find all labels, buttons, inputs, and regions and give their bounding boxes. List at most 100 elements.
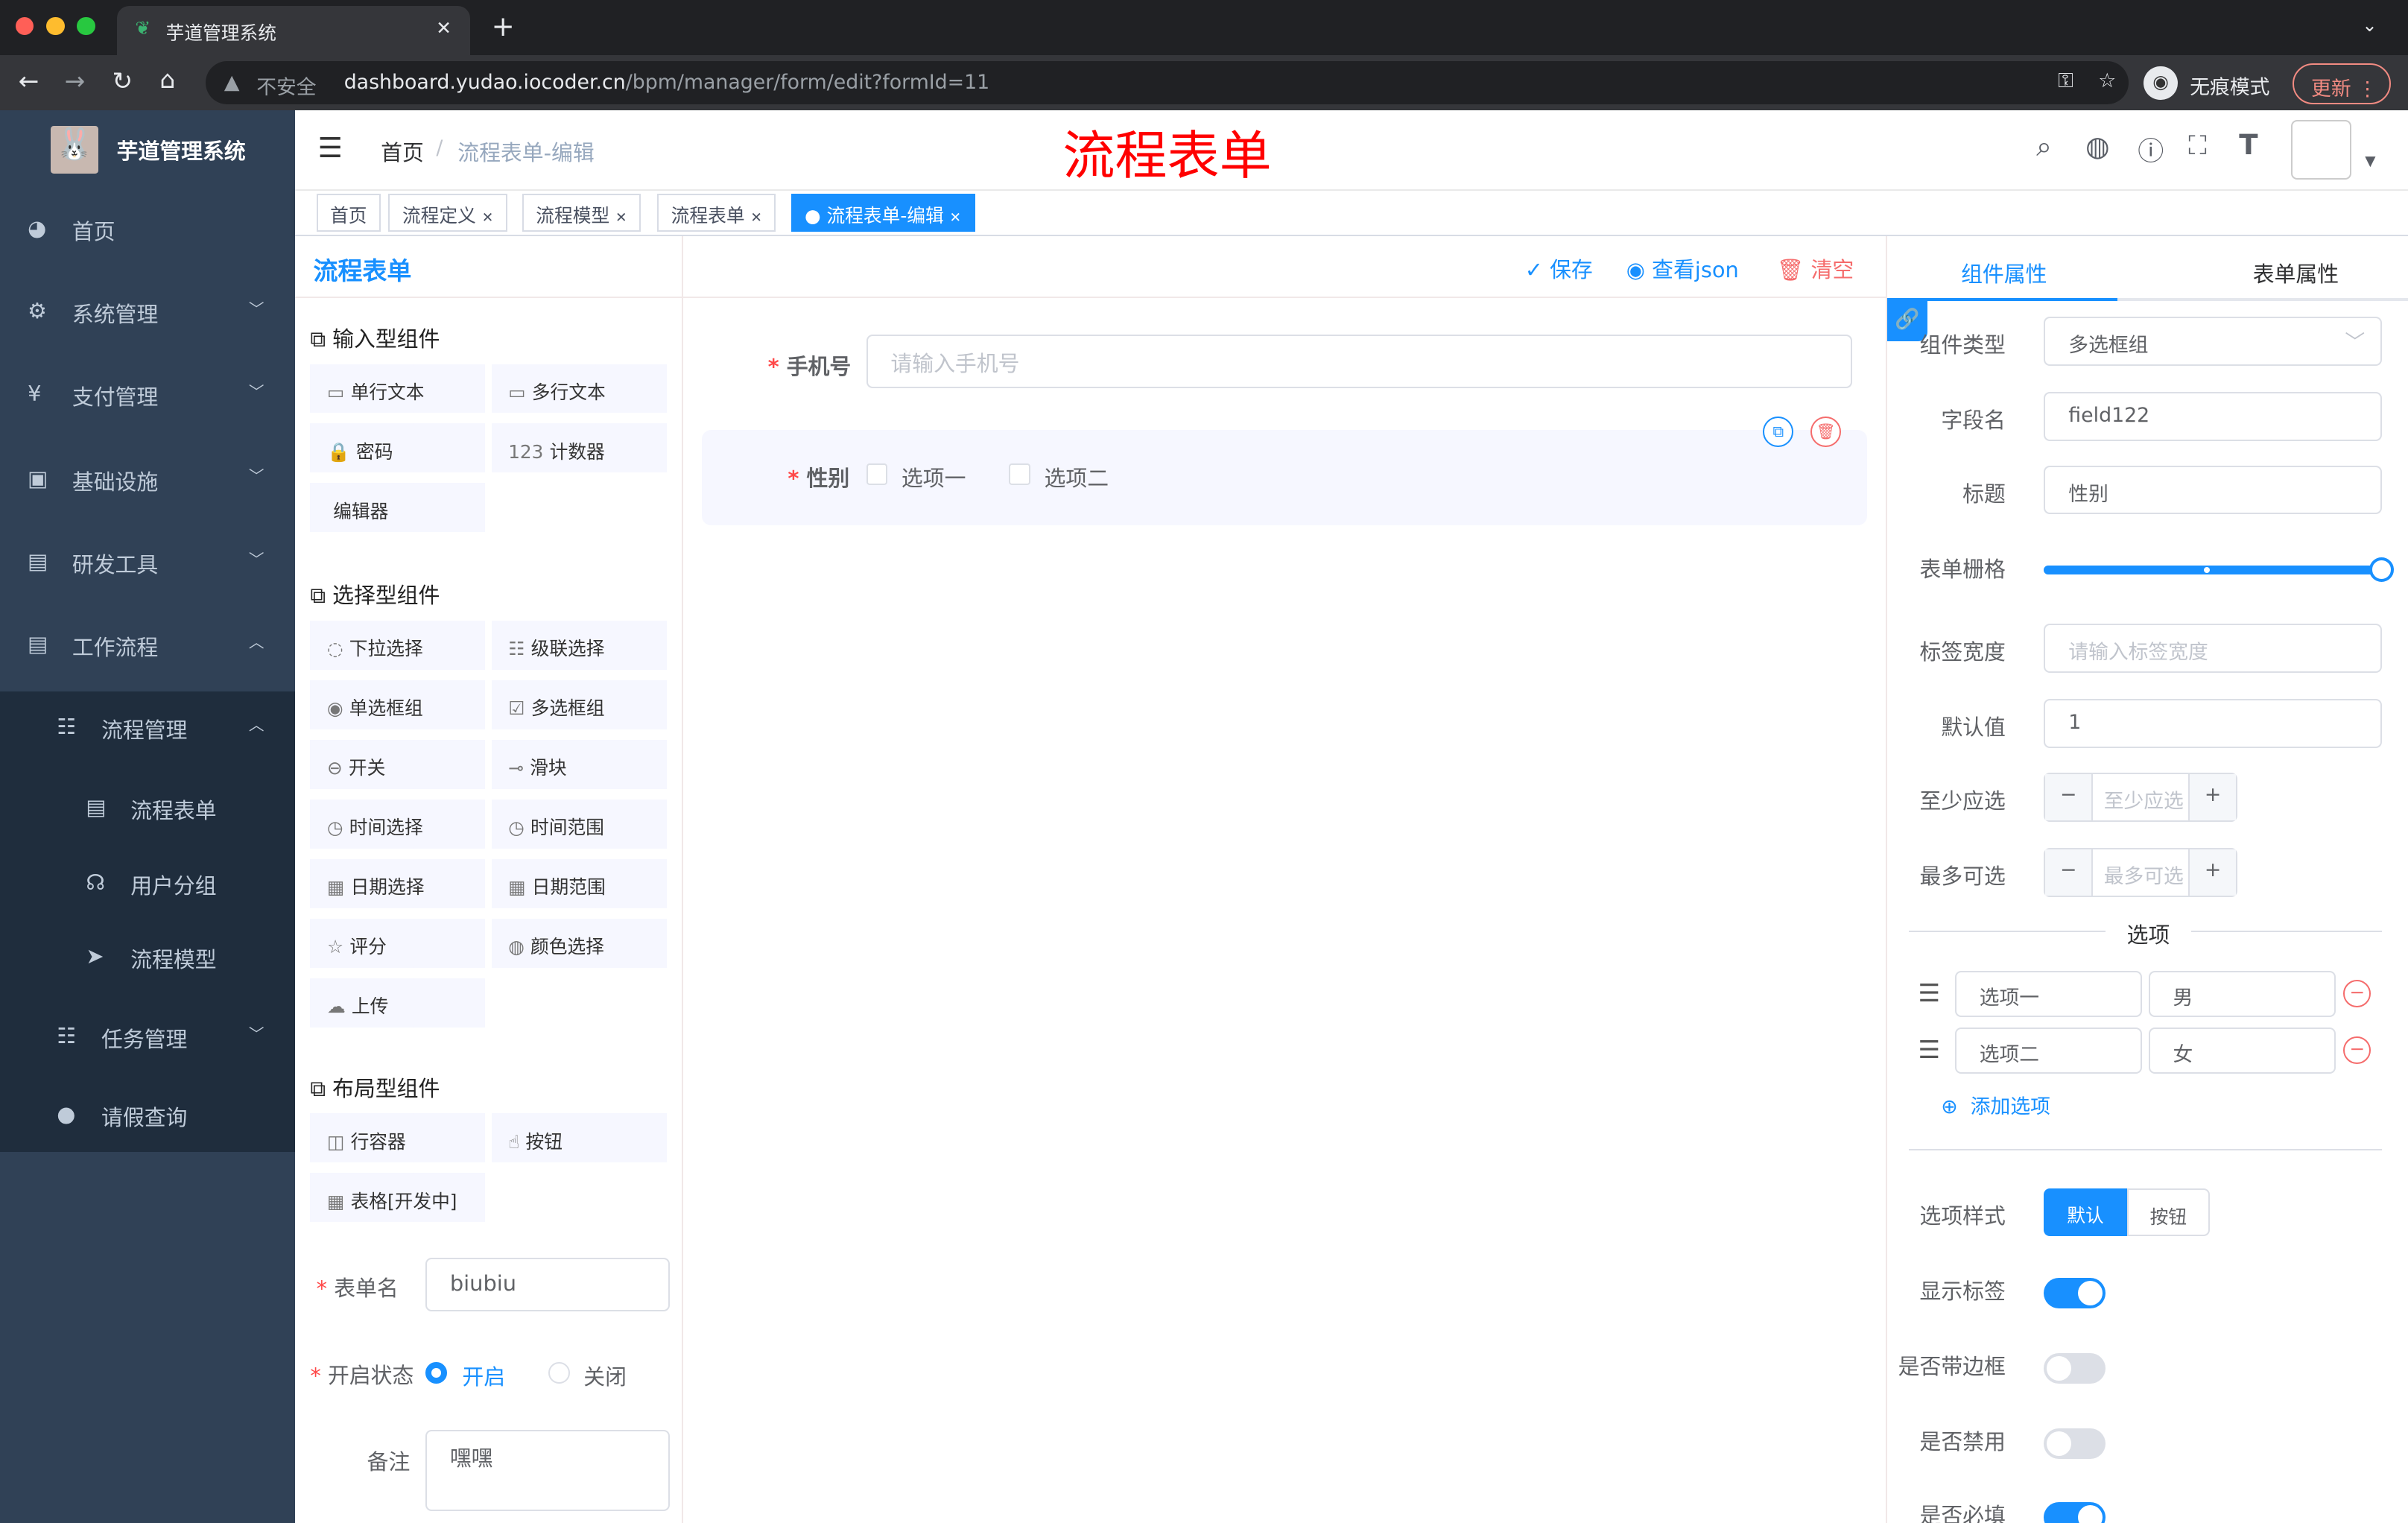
option-2-checkbox[interactable] [1009,463,1031,486]
font-size-icon[interactable]: T [2239,129,2258,161]
hamburger-icon[interactable]: ☰ [318,132,343,164]
max-stepper[interactable]: − 最多可选 + [2044,847,2238,897]
user-avatar[interactable] [2291,119,2351,180]
component-密码[interactable]: 🔒 密码 [310,423,486,473]
tag-process-form-edit[interactable]: ● 流程表单-编辑 ✕ [790,193,975,232]
new-tab-icon[interactable]: + [492,10,515,42]
slider-handle[interactable] [2369,557,2395,583]
caret-down-icon[interactable]: ▼ [2365,153,2375,169]
decrease-button[interactable]: − [2045,773,2094,820]
remark-textarea[interactable]: 嘿嘿 [425,1429,670,1512]
option-1-label[interactable]: 选项一 [902,462,966,493]
save-button[interactable]: ✓ 保存 [1525,253,1593,284]
view-json-button[interactable]: ◉ 查看json [1626,253,1739,284]
update-button[interactable]: 更新 ⋮ [2293,63,2392,105]
status-off-label[interactable]: 关闭 [583,1361,627,1391]
add-option-button[interactable]: ⊕ 添加选项 [1941,1090,2050,1119]
tab-list-icon[interactable]: ⌄ [2362,14,2377,36]
form-name-input[interactable]: biubiu [425,1258,670,1312]
github-icon[interactable]: ◍ [2085,130,2109,162]
sidebar-item-1[interactable]: ⚙ 系统管理 ﹀ [0,275,295,352]
tab-form-props[interactable]: 表单属性 [2253,258,2339,288]
grid-slider[interactable] [2044,557,2395,583]
breadcrumb-home[interactable]: 首页 [381,136,424,167]
component-下拉选择[interactable]: ◌ 下拉选择 [310,620,486,670]
star-icon[interactable]: ☆ [2098,69,2116,92]
style-default-button[interactable]: 默认 [2044,1188,2127,1237]
component-行容器[interactable]: ◫ 行容器 [310,1113,486,1163]
sidebar-item-11[interactable]: ● 请假查询 [0,1078,295,1155]
sidebar-item-9[interactable]: ➤ 流程模型 [0,920,295,997]
forward-icon[interactable]: → [65,66,86,95]
show_label-switch[interactable] [2044,1277,2106,1309]
tag-process-model[interactable]: 流程模型 ✕ [522,193,641,232]
sidebar-item-4[interactable]: ▤ 研发工具 ﹀ [0,525,295,602]
component-日期范围[interactable]: ▦ 日期范围 [491,858,667,908]
component-表格[开发中][interactable]: ▦ 表格[开发中] [310,1173,486,1223]
style-button-button[interactable]: 按钮 [2126,1188,2210,1237]
component-按钮[interactable]: ☝ 按钮 [491,1113,667,1163]
fullscreen-icon[interactable]: ⛶ [2188,130,2207,162]
title-input[interactable]: 性别 [2044,465,2382,515]
option-label-input[interactable]: 选项一 [1954,970,2143,1017]
component-时间选择[interactable]: ◷ 时间选择 [310,799,486,849]
component-单行文本[interactable]: ▭ 单行文本 [310,364,486,414]
url-field[interactable]: ▲ 不安全 dashboard.yudao.iocoder.cn/bpm/man… [206,61,2129,105]
option-2-label[interactable]: 选项二 [1045,462,1109,493]
minimize-window-button[interactable] [45,16,65,36]
component-日期选择[interactable]: ▦ 日期选择 [310,858,486,908]
sidebar-item-6[interactable]: ☷ 流程管理 ︿ [0,691,295,768]
home-icon[interactable]: ⌂ [159,65,175,94]
decrease-button[interactable]: − [2045,849,2094,896]
help-icon[interactable]: ⓘ [2138,130,2164,168]
reload-icon[interactable]: ↻ [112,66,133,95]
increase-button[interactable]: + [2188,849,2237,896]
component-开关[interactable]: ⊖ 开关 [310,739,486,789]
component-时间范围[interactable]: ◷ 时间范围 [491,799,667,849]
maximize-window-button[interactable] [77,16,95,36]
drag-handle-icon[interactable]: ☰ [1918,978,1940,1007]
component-滑块[interactable]: ⊸ 滑块 [491,739,667,789]
tag-process-definition[interactable]: 流程定义 ✕ [388,193,507,232]
clear-button[interactable]: 🗑 清空 [1777,253,1854,284]
drag-handle-icon[interactable]: ☰ [1918,1035,1940,1064]
option-1-checkbox[interactable] [866,463,888,486]
sidebar-item-7[interactable]: ▤ 流程表单 [0,771,295,848]
remove-option-icon[interactable]: − [2343,980,2371,1008]
sidebar-item-3[interactable]: ▣ 基础设施 ﹀ [0,443,295,519]
incognito-label[interactable]: 无痕模式 [2190,71,2269,100]
border-switch[interactable] [2044,1352,2106,1384]
option-label-input[interactable]: 选项二 [1954,1027,2143,1074]
sidebar-item-2[interactable]: ¥ 支付管理 ﹀ [0,358,295,434]
type-select[interactable]: 多选框组 [2044,316,2382,366]
close-window-button[interactable] [15,16,34,36]
delete-icon[interactable]: 🗑 [1810,416,1842,447]
browser-tab[interactable]: ❦ 芋道管理系统 ✕ [116,6,470,56]
component-上传[interactable]: ☁ 上传 [310,978,486,1028]
component-多行文本[interactable]: ▭ 多行文本 [491,364,667,414]
search-icon[interactable]: ⌕ [2036,130,2052,163]
sidebar-item-8[interactable]: ☊ 用户分组 [0,846,295,923]
remove-option-icon[interactable]: − [2343,1036,2371,1065]
required-switch[interactable] [2044,1501,2106,1523]
component-计数器[interactable]: 123 计数器 [491,423,667,473]
tag-process-form[interactable]: 流程表单 ✕ [657,193,776,232]
tag-home[interactable]: 首页 [316,193,381,232]
component-编辑器[interactable]: 编辑器 [310,483,486,533]
status-on-label[interactable]: 开启 [462,1361,505,1391]
default-input[interactable]: 1 [2044,698,2382,748]
tab-component-props[interactable]: 组件属性 [1961,258,2047,288]
label-width-input[interactable]: 请输入标签宽度 [2044,623,2382,673]
increase-button[interactable]: + [2188,773,2237,820]
key-icon[interactable]: ⚿ [2058,69,2073,93]
disabled-switch[interactable] [2044,1428,2106,1460]
copy-icon[interactable]: ⧉ [1763,416,1794,447]
status-on-radio[interactable] [425,1362,447,1384]
phone-input[interactable]: 请输入手机号 [866,335,1852,389]
component-多选框组[interactable]: ☑ 多选框组 [491,680,667,729]
close-tab-icon[interactable]: ✕ [436,17,452,39]
sidebar-item-5[interactable]: ▤ 工作流程 ︿ [0,608,295,685]
back-icon[interactable]: ← [19,66,39,95]
component-级联选择[interactable]: ☷ 级联选择 [491,620,667,670]
status-off-radio[interactable] [548,1362,570,1384]
